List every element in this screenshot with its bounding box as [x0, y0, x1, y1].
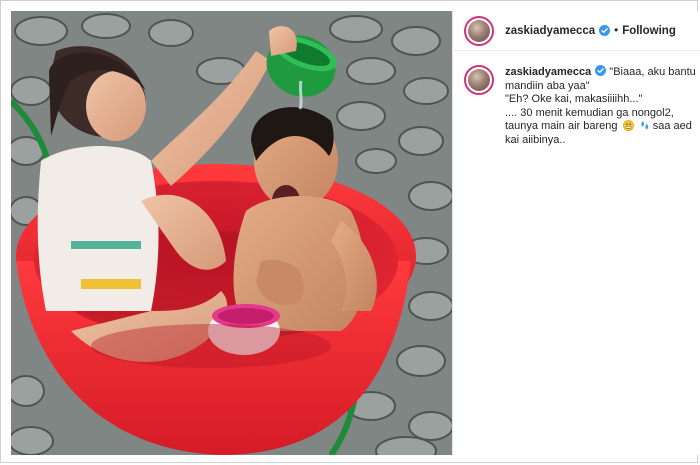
caption-line-2: mandiin aba yaa" — [505, 79, 590, 92]
following-button[interactable]: Following — [622, 25, 676, 37]
caption-avatar[interactable] — [464, 65, 494, 95]
post-username[interactable]: zaskiadyamecca — [505, 25, 595, 37]
kids-bathing-photo — [11, 11, 452, 455]
separator-dot: • — [614, 24, 619, 37]
water-drops-emoji-icon — [640, 121, 648, 130]
post-side-panel: zaskiadyamecca • Following zaskiadyamecc… — [452, 11, 700, 455]
caption-line-5: taunya main air bareng saa aed — [505, 120, 700, 134]
post-header: zaskiadyamecca • Following — [453, 11, 700, 51]
verified-badge-icon — [595, 65, 607, 76]
caption-line-6: kai aiibinya.. — [505, 133, 566, 146]
caption-line-1: "Biaaa, aku bantu — [609, 66, 696, 78]
caption-line-5-text: taunya main air bareng — [505, 120, 618, 133]
grimacing-face-emoji-icon — [622, 120, 634, 132]
post-photo[interactable] — [11, 11, 452, 455]
avatar[interactable] — [464, 15, 494, 46]
caption-row: zaskiadyamecca "Biaaa, aku bantu mandiin… — [453, 51, 700, 148]
caption-line-3: "Eh? Oke kai, makasiiiihh..." — [505, 93, 643, 106]
instagram-post-frame: zaskiadyamecca • Following zaskiadyamecc… — [0, 0, 700, 463]
verified-badge-icon — [599, 25, 611, 36]
caption-text: zaskiadyamecca "Biaaa, aku bantu mandiin… — [505, 65, 700, 148]
caption-line-4: .... 30 menit kemudian ga nongol2, — [505, 106, 674, 119]
caption-line-5-tail: saa aed — [652, 120, 692, 133]
caption-username[interactable]: zaskiadyamecca — [505, 66, 591, 78]
